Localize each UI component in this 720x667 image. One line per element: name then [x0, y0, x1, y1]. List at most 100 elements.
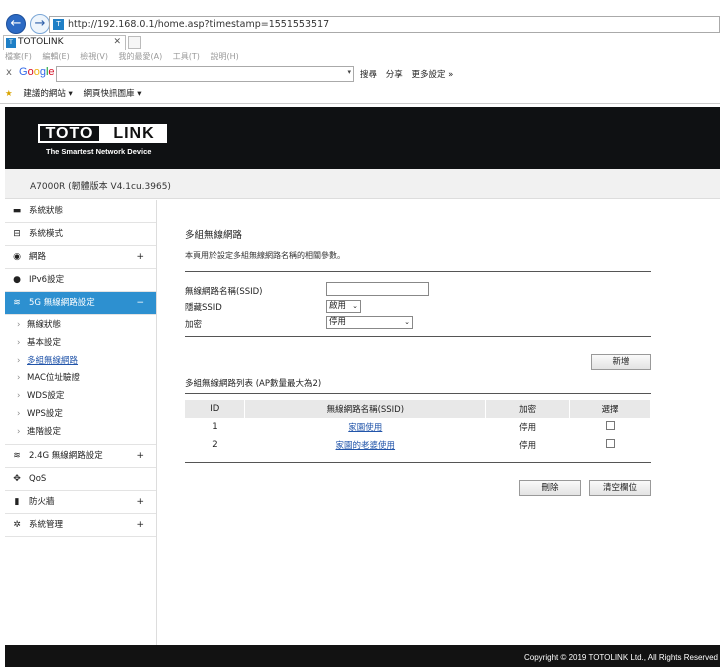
expand-icon[interactable]: + — [136, 246, 144, 268]
encryption-label: 加密 — [185, 320, 203, 330]
page-description: 本頁用於設定多組無線網路名稱的相關參數。 — [185, 251, 345, 260]
model-info: A7000R (韌體版本 V4.1cu.3965) — [30, 182, 171, 192]
menu-tools[interactable]: 工具(T) — [173, 52, 200, 61]
sidebar-item-5g-wireless[interactable]: ≋ 5G 無線網路設定 − — [5, 292, 156, 315]
sidebar-item-ipv6[interactable]: ● IPv6設定 — [5, 269, 156, 292]
sidebar-item-24g-wireless[interactable]: ≋ 2.4G 無線網路設定 + — [5, 445, 156, 468]
ssid-link[interactable]: 家園使用 — [348, 423, 382, 433]
site-header: TOTO LINK The Smartest Network Device — [5, 107, 720, 169]
sidebar-item-network[interactable]: ◉ 網路 + — [5, 246, 156, 269]
expand-icon[interactable]: + — [136, 514, 144, 536]
site-favicon-icon: T — [53, 19, 64, 30]
table-title: 多組無線網路列表 (AP數量最大為2) — [185, 379, 322, 389]
column-ssid: 無線網路名稱(SSID) — [244, 400, 487, 418]
row-ssid-cell: 家園使用 — [245, 418, 486, 436]
hide-ssid-select[interactable]: 啟用 ⌄ — [326, 300, 361, 313]
page-title: 多組無線網路 — [185, 230, 243, 241]
menu-edit[interactable]: 編輯(E) — [42, 52, 69, 61]
chevron-down-icon: ⌄ — [404, 318, 410, 326]
sidebar-sub-wps[interactable]: WPS設定 — [5, 406, 156, 424]
chevron-down-icon: ⌄ — [352, 302, 358, 310]
sidebar-item-firewall[interactable]: ▮ 防火牆 + — [5, 491, 156, 514]
row-id: 2 — [212, 440, 218, 450]
expand-icon[interactable]: + — [136, 491, 144, 513]
google-search-input[interactable]: ▾ — [56, 66, 354, 82]
footer: Copyright © 2019 TOTOLINK Ltd., All Righ… — [5, 645, 720, 667]
sidebar-sub-mac-auth[interactable]: MAC位址驗證 — [5, 370, 156, 388]
wifi-icon: ≋ — [13, 298, 21, 308]
sidebar-sub-wireless-status[interactable]: 無線狀態 — [5, 317, 156, 335]
tab-favicon-icon: T — [6, 38, 16, 48]
menu-bar: 檔案(F) 編輯(E) 檢視(V) 我的最愛(A) 工具(T) 說明(H) — [5, 51, 247, 63]
model-bar: A7000R (韌體版本 V4.1cu.3965) — [5, 169, 720, 199]
sidebar-sub-basic-settings[interactable]: 基本設定 — [5, 335, 156, 353]
clear-fields-button[interactable]: 清空欄位 — [589, 480, 651, 496]
wifi-icon: ≋ — [13, 450, 21, 461]
ipv6-icon: ● — [13, 275, 21, 285]
row-select-cell — [570, 418, 651, 436]
ssid-input[interactable] — [326, 282, 429, 296]
close-toolbar-icon[interactable]: x — [6, 67, 12, 78]
browser-tab[interactable]: T TOTOLINK ✕ — [3, 35, 126, 50]
address-row: ← → T http://192.168.0.1/home.asp?timest… — [0, 14, 720, 36]
sidebar-item-system-admin[interactable]: ✲ 系統管理 + — [5, 514, 156, 537]
encryption-select[interactable]: 停用 ⌄ — [326, 316, 413, 329]
suggested-sites-link[interactable]: 建議的網站 ▾ — [23, 89, 72, 99]
sidebar-item-label: 系統管理 — [29, 519, 64, 530]
globe-icon: ◉ — [13, 252, 21, 262]
select-checkbox[interactable] — [605, 421, 615, 430]
ssid-label: 無線網路名稱(SSID) — [185, 287, 263, 297]
divider — [185, 336, 651, 337]
menu-view[interactable]: 檢視(V) — [80, 52, 108, 61]
sidebar-sub-wds[interactable]: WDS設定 — [5, 388, 156, 406]
sidebar-item-label: 網路 — [29, 252, 47, 262]
sidebar-item-status[interactable]: ▬ 系統狀態 — [5, 200, 156, 223]
expand-icon[interactable]: + — [136, 445, 144, 467]
back-button[interactable]: ← — [6, 14, 26, 34]
tab-title: TOTOLINK — [18, 37, 64, 47]
address-text: http://192.168.0.1/home.asp?timestamp=15… — [68, 19, 330, 30]
delete-button[interactable]: 刪除 — [519, 480, 581, 496]
totolink-logo: TOTO LINK The Smartest Network Device — [38, 124, 167, 156]
google-share-button[interactable]: 分享 — [386, 70, 403, 80]
favorites-star-icon[interactable]: ★ — [5, 89, 13, 99]
lock-icon: ▮ — [14, 496, 20, 507]
sidebar-item-label: 2.4G 無線網路設定 — [29, 450, 103, 461]
forward-button[interactable]: → — [30, 14, 50, 34]
sidebar-item-label: IPv6設定 — [29, 275, 65, 285]
google-search-button[interactable]: 搜尋 — [360, 70, 377, 80]
collapse-icon[interactable]: − — [136, 292, 144, 314]
menu-file[interactable]: 檔案(F) — [5, 52, 32, 61]
tab-close-icon[interactable]: ✕ — [113, 36, 121, 49]
sidebar-submenu-5g: 無線狀態 基本設定 多組無線網路 MAC位址驗證 WDS設定 WPS設定 進階設… — [5, 315, 156, 445]
mode-icon: ⊟ — [13, 229, 21, 239]
ssid-link[interactable]: 家園的老婆使用 — [336, 441, 396, 451]
logo-toto: TOTO — [38, 124, 101, 143]
dropdown-icon[interactable]: ▾ — [347, 68, 351, 76]
menu-favorites[interactable]: 我的最愛(A) — [119, 52, 163, 61]
row-encryption: 停用 — [519, 423, 537, 433]
select-checkbox[interactable] — [605, 439, 615, 448]
sidebar-sub-multiple-ssid[interactable]: 多組無線網路 — [5, 353, 156, 371]
divider — [185, 393, 651, 394]
row-select-cell — [570, 436, 651, 454]
logo-link: LINK — [101, 124, 167, 143]
sidebar-item-label: 防火牆 — [29, 496, 55, 507]
sidebar-item-qos[interactable]: ✥ QoS — [5, 468, 156, 491]
web-slice-gallery-link[interactable]: 網頁快訊圖庫 ▾ — [84, 89, 142, 99]
table-row: 1 家園使用 停用 — [185, 418, 651, 436]
hide-ssid-value: 啟用 — [329, 301, 347, 311]
menu-help[interactable]: 說明(H) — [210, 52, 238, 61]
sidebar-item-mode[interactable]: ⊟ 系統模式 — [5, 223, 156, 246]
google-tools: 搜尋 分享 更多設定 » — [360, 68, 459, 80]
sidebar-sub-advanced[interactable]: 進階設定 — [5, 424, 156, 442]
hide-ssid-label: 隱藏SSID — [185, 303, 222, 313]
google-more-settings[interactable]: 更多設定 » — [411, 70, 453, 80]
address-bar[interactable]: T http://192.168.0.1/home.asp?timestamp=… — [49, 16, 720, 33]
ssid-table: ID 無線網路名稱(SSID) 加密 選擇 1 家園使用 停用 2 家園的老婆使… — [185, 400, 651, 454]
qos-icon: ✥ — [13, 473, 21, 484]
new-tab-button[interactable] — [128, 36, 141, 49]
table-header-row: ID 無線網路名稱(SSID) 加密 選擇 — [185, 400, 651, 418]
add-button[interactable]: 新增 — [591, 354, 651, 370]
sidebar-item-label: QoS — [29, 473, 47, 484]
